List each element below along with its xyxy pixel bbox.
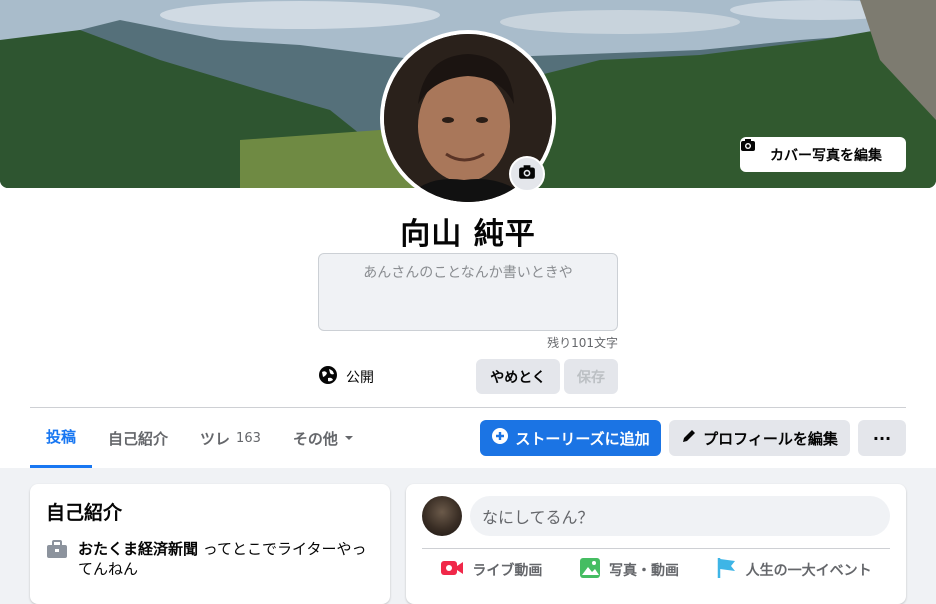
profile-name: 向山 純平 bbox=[400, 217, 536, 252]
pencil-icon bbox=[681, 428, 697, 448]
life-event-button[interactable]: 人生の一大イベント bbox=[716, 557, 872, 583]
tab-more[interactable]: その他 bbox=[277, 408, 370, 468]
camera-icon bbox=[518, 163, 536, 185]
friends-count: 163 bbox=[236, 430, 261, 446]
photo-video-label: 写真・動画 bbox=[608, 563, 679, 579]
flag-icon bbox=[716, 557, 738, 583]
tab-about[interactable]: 自己紹介 bbox=[92, 408, 184, 468]
avatar[interactable] bbox=[422, 496, 462, 536]
work-info: おたくま経済新聞 ってとこでライターやってんねん bbox=[46, 539, 374, 579]
add-story-label: ストーリーズに追加 bbox=[515, 429, 650, 448]
video-camera-icon bbox=[440, 559, 464, 581]
more-options-button[interactable]: ··· bbox=[858, 420, 906, 456]
divider bbox=[422, 548, 890, 549]
bio-remaining-count: 残り101文字 bbox=[547, 336, 618, 350]
edit-cover-label: カバー写真を編集 bbox=[770, 147, 882, 164]
save-button[interactable]: 保存 bbox=[564, 359, 618, 394]
edit-profile-label: プロフィールを編集 bbox=[703, 429, 838, 448]
tab-label: その他 bbox=[292, 429, 338, 448]
work-text: おたくま経済新聞 ってとこでライターやってんねん bbox=[78, 539, 374, 579]
post-composer: なにしてるん？ ライブ動画 写真・動画 人生の一大イベント bbox=[406, 484, 906, 604]
live-video-button[interactable]: ライブ動画 bbox=[440, 557, 542, 583]
cancel-button[interactable]: やめとく bbox=[476, 359, 560, 394]
caret-down-icon bbox=[344, 429, 354, 447]
globe-icon bbox=[318, 365, 338, 389]
briefcase-icon bbox=[46, 539, 68, 579]
life-event-label: 人生の一大イベント bbox=[745, 563, 872, 579]
tab-label: 投稿 bbox=[46, 428, 77, 446]
update-profile-picture-button[interactable] bbox=[509, 156, 545, 192]
photo-video-button[interactable]: 写真・動画 bbox=[579, 557, 679, 583]
live-video-label: ライブ動画 bbox=[472, 563, 543, 579]
edit-cover-button[interactable]: カバー写真を編集 bbox=[740, 137, 906, 172]
intro-card: 自己紹介 おたくま経済新聞 ってとこでライターやってんねん bbox=[30, 484, 390, 604]
post-input[interactable]: なにしてるん？ bbox=[470, 496, 890, 536]
work-employer[interactable]: おたくま経済新聞 bbox=[78, 540, 198, 558]
add-story-button[interactable]: ストーリーズに追加 bbox=[480, 420, 661, 456]
privacy-selector[interactable]: 公開 bbox=[318, 366, 374, 388]
intro-title: 自己紹介 bbox=[46, 502, 123, 524]
profile-header: カバー写真を編集 向山 純平 あんさんのことなんか書いときや 残り101文字 公… bbox=[0, 0, 936, 468]
tab-posts[interactable]: 投稿 bbox=[30, 408, 93, 468]
privacy-label: 公開 bbox=[346, 370, 374, 386]
edit-profile-button[interactable]: プロフィールを編集 bbox=[669, 420, 850, 456]
profile-tabs: 投稿 自己紹介 ツレ 163 その他 bbox=[30, 408, 370, 468]
plus-circle-icon bbox=[491, 427, 509, 449]
bio-input[interactable]: あんさんのことなんか書いときや bbox=[318, 253, 618, 331]
tab-label: 自己紹介 bbox=[108, 429, 169, 448]
tab-friends[interactable]: ツレ 163 bbox=[184, 408, 277, 468]
photo-icon bbox=[579, 557, 601, 583]
tab-label: ツレ bbox=[200, 429, 231, 448]
